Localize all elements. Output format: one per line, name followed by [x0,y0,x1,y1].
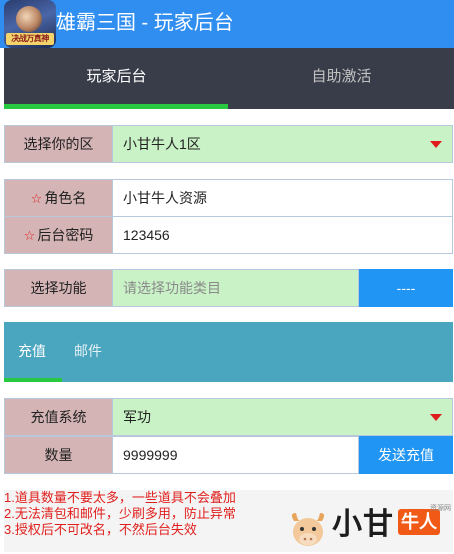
active-tab-indicator [4,104,228,109]
active-subtab-indicator [4,378,62,382]
logo-banner: 决战万真神 [6,33,54,45]
sub-tabbar: 充值 邮件 [4,322,453,382]
required-star-icon: ☆ [23,228,36,243]
function-select-placeholder: 请选择功能类目 [123,280,221,296]
password-label-text: 后台密码 [37,227,94,243]
tab-recharge[interactable]: 充值 [18,322,46,382]
recharge-system-label: 充值系统 [4,398,113,436]
zone-row: 选择你的区 小甘牛人1区 [4,125,453,163]
quantity-label: 数量 [4,436,113,474]
tab-mail[interactable]: 邮件 [74,322,102,382]
zone-select[interactable]: 小甘牛人1区 [113,125,453,163]
game-logo: 决战万真神 [4,0,56,48]
tab-player-backend[interactable]: 玩家后台 [4,48,229,109]
tab-self-activation[interactable]: 自助激活 [229,48,454,109]
page-title: 雄霸三国 - 玩家后台 [56,12,234,34]
zone-label: 选择你的区 [4,125,113,163]
password-input[interactable]: 123456 [113,216,453,254]
function-select[interactable]: 请选择功能类目 [113,269,359,307]
role-row: ☆ 角色名 小甘牛人资源 [4,179,453,217]
quantity-row: 数量 9999999 发送充值 [4,436,453,474]
main-tabbar: 玩家后台 自助激活 [4,48,454,109]
app-header: 决战万真神 雄霸三国 - 玩家后台 [0,0,454,48]
function-button[interactable]: ---- [359,269,453,307]
function-label: 选择功能 [4,269,113,307]
password-label: ☆ 后台密码 [4,216,113,254]
recharge-system-row: 充值系统 军功 [4,398,453,436]
watermark-text: 小甘 [332,508,394,541]
dropdown-caret-icon [430,414,442,421]
zone-select-value: 小甘牛人1区 [123,136,201,152]
role-label: ☆ 角色名 [4,179,113,217]
recharge-system-select[interactable]: 军功 [113,398,453,436]
logo-character-image [16,6,42,32]
cow-mascot-icon [291,513,325,546]
watermark-logo: 小甘 牛人 资源网 [286,503,454,553]
role-label-text: 角色名 [44,190,87,206]
role-name-input[interactable]: 小甘牛人资源 [113,179,453,217]
function-row: 选择功能 请选择功能类目 ---- [4,269,453,307]
recharge-system-value: 军功 [123,409,151,425]
send-recharge-button[interactable]: 发送充值 [359,436,453,474]
dropdown-caret-icon [430,141,442,148]
required-star-icon: ☆ [30,191,43,206]
quantity-input[interactable]: 9999999 [113,436,359,474]
watermark-tag: 资源网 [430,505,451,512]
password-row: ☆ 后台密码 123456 [4,216,453,254]
